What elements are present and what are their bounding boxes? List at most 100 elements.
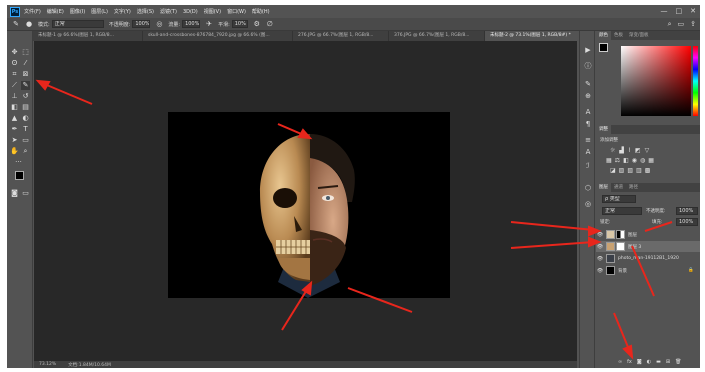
new-group-icon[interactable]: ▬ <box>656 359 661 365</box>
foreground-color-chip[interactable] <box>599 43 608 52</box>
marquee-tool-icon[interactable]: ⬚ <box>21 48 30 57</box>
airbrush-icon[interactable]: ✈ <box>205 20 213 28</box>
move-tool-icon[interactable]: ✥ <box>10 48 19 57</box>
stamp-tool-icon[interactable]: ⊥ <box>10 92 19 101</box>
document-tab[interactable]: 376.JPG @ 66.7%(图层 1, RGB/8... <box>389 31 485 41</box>
visibility-eye-icon[interactable]: 👁 <box>596 268 604 274</box>
3d-icon[interactable]: ⬡ <box>583 183 593 193</box>
magic-wand-tool-icon[interactable]: ⁄ <box>21 59 30 68</box>
foreground-color-swatch[interactable] <box>15 171 24 180</box>
path-select-icon[interactable]: ➤ <box>10 136 19 145</box>
crop-tool-icon[interactable]: ⌗ <box>10 70 19 79</box>
layer-opacity-input[interactable]: 100% <box>676 207 698 215</box>
layer-row-selected[interactable]: 👁 图层 3 <box>596 241 700 252</box>
tab-gradients[interactable]: 渐变/面板 <box>626 31 652 40</box>
hue-slider[interactable] <box>693 46 698 116</box>
close-button[interactable]: ✕ <box>690 7 696 15</box>
exposure-icon[interactable]: ◩ <box>635 147 641 154</box>
play-icon[interactable]: ▶ <box>583 45 593 55</box>
link-layers-icon[interactable]: ∞ <box>618 359 622 365</box>
symmetry-icon[interactable]: ∅ <box>266 20 274 28</box>
info-icon[interactable]: ⓘ <box>583 61 593 71</box>
levels-icon[interactable]: ▟ <box>619 147 624 154</box>
pen-tool-icon[interactable]: ✒ <box>10 125 19 134</box>
dodge-tool-icon[interactable]: ◐ <box>21 114 30 123</box>
menu-filter[interactable]: 滤镜(T) <box>160 8 177 15</box>
menu-window[interactable]: 窗口(W) <box>227 8 246 15</box>
vibrance-icon[interactable]: ▽ <box>645 147 650 154</box>
brightness-icon[interactable]: ☼ <box>610 147 615 154</box>
photo-filter-icon[interactable]: ◉ <box>632 157 637 164</box>
menu-3d[interactable]: 3D(D) <box>183 9 198 15</box>
menu-file[interactable]: 文件(F) <box>24 8 41 15</box>
properties-icon[interactable]: ≡ <box>583 135 593 145</box>
menu-view[interactable]: 视图(V) <box>204 8 221 15</box>
menu-image[interactable]: 图像(I) <box>70 8 85 15</box>
layer-row[interactable]: 👁 图层 <box>596 229 700 240</box>
layer-filter-select[interactable]: ρ 类型 <box>602 195 636 203</box>
minimize-button[interactable]: — <box>661 7 668 15</box>
rectangle-tool-icon[interactable]: ▭ <box>21 136 30 145</box>
canvas-area[interactable] <box>34 41 577 361</box>
color-lookup-icon[interactable]: ▦ <box>648 157 654 164</box>
document-canvas[interactable] <box>168 112 450 298</box>
brush-preset-icon[interactable]: ● <box>25 20 33 28</box>
visibility-eye-icon[interactable]: 👁 <box>596 244 604 250</box>
brush-settings-icon[interactable]: ✎ <box>583 79 593 89</box>
document-tab-active[interactable]: 未标题-2 @ 73.1%(图层 1, RGB/8#) * <box>485 31 583 41</box>
layer-row[interactable]: 👁 photo_man-19112B1_1920 <box>596 253 700 264</box>
document-tab[interactable]: 未标题-1 @ 66.6%(图层 1, RGB/8... <box>33 31 143 41</box>
pressure-opacity-icon[interactable]: ◎ <box>155 20 163 28</box>
layer-row[interactable]: 👁 背景 🔒 <box>596 265 700 276</box>
lasso-tool-icon[interactable]: ʘ <box>10 59 19 68</box>
fill-input[interactable]: 100% <box>676 218 698 226</box>
visibility-eye-icon[interactable]: 👁 <box>596 256 604 262</box>
history-brush-icon[interactable]: ↺ <box>21 92 30 101</box>
screen-mode-icon[interactable]: ▭ <box>21 189 30 198</box>
tab-swatches[interactable]: 色板 <box>611 31 626 40</box>
document-tab[interactable]: 276.JPG @ 66.7%(图层 1, RGB/8... <box>293 31 389 41</box>
tab-channels[interactable]: 通道 <box>611 183 626 192</box>
black-white-icon[interactable]: ◧ <box>623 157 629 164</box>
quick-mask-icon[interactable]: ◙ <box>10 189 19 198</box>
blur-tool-icon[interactable]: ▲ <box>10 114 19 123</box>
menu-layer[interactable]: 图层(L) <box>91 8 108 15</box>
maximize-button[interactable]: □ <box>676 7 683 15</box>
gear-icon[interactable]: ⚙ <box>253 20 261 28</box>
tab-layers[interactable]: 图层 <box>596 183 611 192</box>
layer-mask-thumbnail[interactable] <box>616 230 625 239</box>
frame-tool-icon[interactable]: ⊠ <box>21 70 30 79</box>
color-balance-icon[interactable]: ⚖ <box>615 157 620 164</box>
eyedropper-tool-icon[interactable]: ⟋ <box>10 81 19 90</box>
threshold-icon[interactable]: ▧ <box>627 167 633 174</box>
new-layer-icon[interactable]: ⊞ <box>666 359 670 365</box>
opacity-input[interactable]: 100% <box>132 20 151 28</box>
curves-icon[interactable]: ⌇ <box>628 147 631 154</box>
new-adjustment-icon[interactable]: ◐ <box>647 359 651 365</box>
blend-mode-select[interactable]: 正常 <box>602 207 642 215</box>
paragraph-icon[interactable]: ¶ <box>583 119 593 129</box>
selective-color-icon[interactable]: ▩ <box>645 167 651 174</box>
menu-type[interactable]: 文字(Y) <box>114 8 131 15</box>
invert-icon[interactable]: ◪ <box>610 167 616 174</box>
workspace-icon[interactable]: ▭ <box>678 20 685 29</box>
character-icon[interactable]: A <box>583 107 593 117</box>
add-mask-icon[interactable]: ◙ <box>637 359 642 365</box>
tab-adjustments[interactable]: 调整 <box>596 125 611 134</box>
type-tool-icon[interactable]: T <box>21 125 30 134</box>
document-tab[interactable]: skull-and-crossbones-876784_7920.jpg @ 6… <box>143 31 293 41</box>
menu-help[interactable]: 帮助(H) <box>252 8 270 15</box>
mode-select[interactable]: 正常 <box>51 20 104 28</box>
channels-icon[interactable]: ◎ <box>583 199 593 209</box>
menu-select[interactable]: 选择(S) <box>137 8 154 15</box>
gradient-map-icon[interactable]: ▥ <box>636 167 642 174</box>
tab-color[interactable]: 颜色 <box>596 31 611 40</box>
glyphs-icon[interactable]: ℐ <box>583 161 593 171</box>
clone-source-icon[interactable]: ⊕ <box>583 91 593 101</box>
posterize-icon[interactable]: ▨ <box>619 167 625 174</box>
smooth-input[interactable]: 10% <box>231 20 248 28</box>
zoom-tool-icon[interactable]: ⌕ <box>21 147 30 156</box>
visibility-eye-icon[interactable]: 👁 <box>596 232 604 238</box>
search-icon[interactable]: ⌕ <box>668 20 672 29</box>
fx-icon[interactable]: fx <box>627 359 632 365</box>
